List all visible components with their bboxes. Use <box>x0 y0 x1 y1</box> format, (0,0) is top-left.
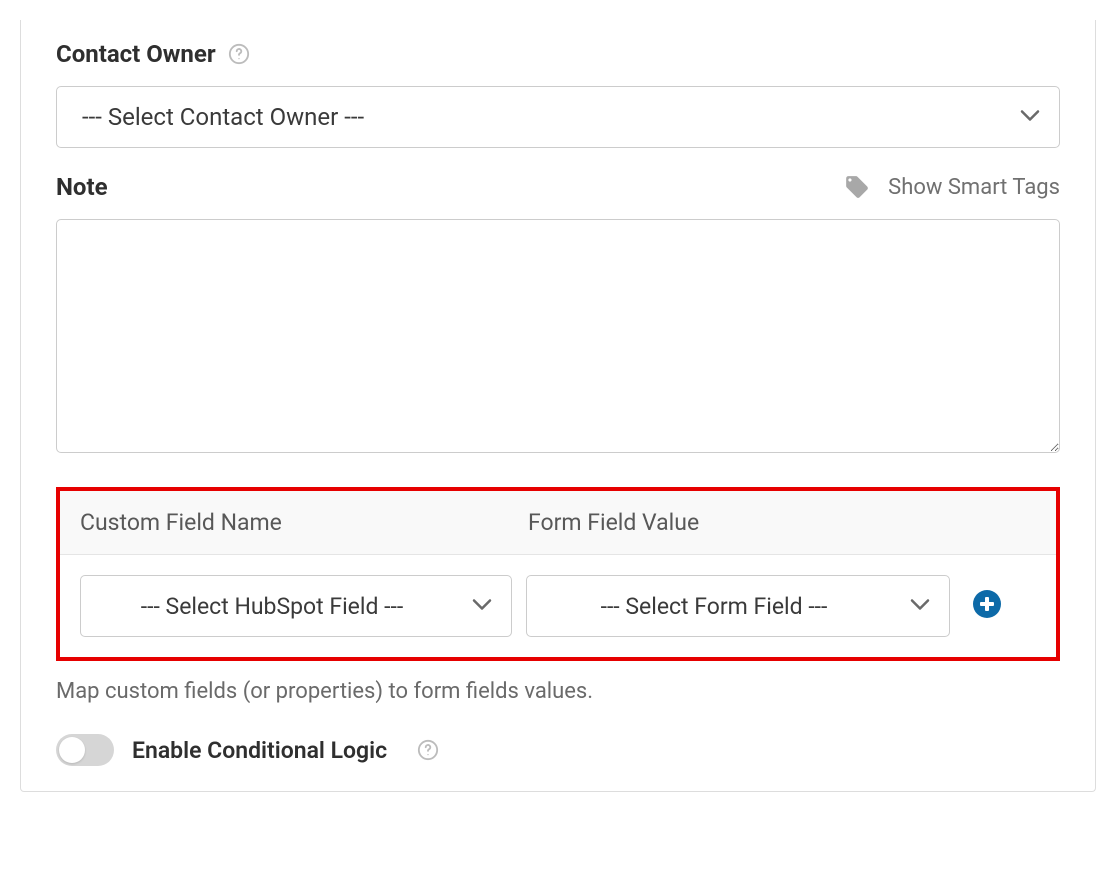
hubspot-field-select-text: --- Select HubSpot Field --- <box>141 593 403 620</box>
form-field-select[interactable]: --- Select Form Field --- <box>526 575 950 637</box>
hubspot-field-select-wrap: --- Select HubSpot Field --- <box>80 575 512 637</box>
note-label-row: Note Show Smart Tags <box>56 173 1060 201</box>
contact-owner-section: Contact Owner --- Select Contact Owner -… <box>56 40 1060 148</box>
contact-owner-label-row: Contact Owner <box>56 40 1060 68</box>
add-mapping-row-button[interactable] <box>972 591 1002 621</box>
conditional-logic-label-text: Enable Conditional Logic <box>132 737 387 764</box>
note-textarea[interactable] <box>56 219 1060 453</box>
form-field-select-wrap: --- Select Form Field --- <box>526 575 950 637</box>
tag-icon <box>844 174 870 200</box>
note-label: Note <box>56 173 108 201</box>
help-icon[interactable] <box>417 739 439 761</box>
conditional-logic-toggle[interactable] <box>56 734 114 766</box>
mapping-header: Custom Field Name Form Field Value <box>60 491 1056 555</box>
hubspot-field-select[interactable]: --- Select HubSpot Field --- <box>80 575 512 637</box>
mapping-header-name: Custom Field Name <box>80 509 528 536</box>
settings-panel: Contact Owner --- Select Contact Owner -… <box>20 20 1096 792</box>
plus-circle-icon <box>972 589 1002 623</box>
chevron-down-icon <box>472 597 492 616</box>
chevron-down-icon <box>1020 108 1040 127</box>
contact-owner-select[interactable]: --- Select Contact Owner --- <box>56 86 1060 148</box>
contact-owner-select-wrap: --- Select Contact Owner --- <box>56 86 1060 148</box>
show-smart-tags-button[interactable]: Show Smart Tags <box>844 174 1060 200</box>
conditional-logic-label: Enable Conditional Logic <box>132 737 387 764</box>
help-icon[interactable] <box>228 43 250 65</box>
smart-tags-label: Show Smart Tags <box>888 175 1060 200</box>
contact-owner-label: Contact Owner <box>56 40 250 68</box>
note-section: Note Show Smart Tags <box>56 173 1060 457</box>
mapping-header-value: Form Field Value <box>528 509 1036 536</box>
contact-owner-select-text: --- Select Contact Owner --- <box>82 103 364 131</box>
note-label-text: Note <box>56 173 108 201</box>
custom-field-mapping-box: Custom Field Name Form Field Value --- S… <box>56 487 1060 661</box>
form-field-select-text: --- Select Form Field --- <box>601 593 828 620</box>
contact-owner-label-text: Contact Owner <box>56 40 216 68</box>
mapping-helper-text: Map custom fields (or properties) to for… <box>56 679 1060 704</box>
mapping-row: --- Select HubSpot Field --- --- Select … <box>60 555 1056 657</box>
conditional-logic-row: Enable Conditional Logic <box>56 734 1060 766</box>
toggle-knob <box>59 737 85 763</box>
chevron-down-icon <box>910 597 930 616</box>
